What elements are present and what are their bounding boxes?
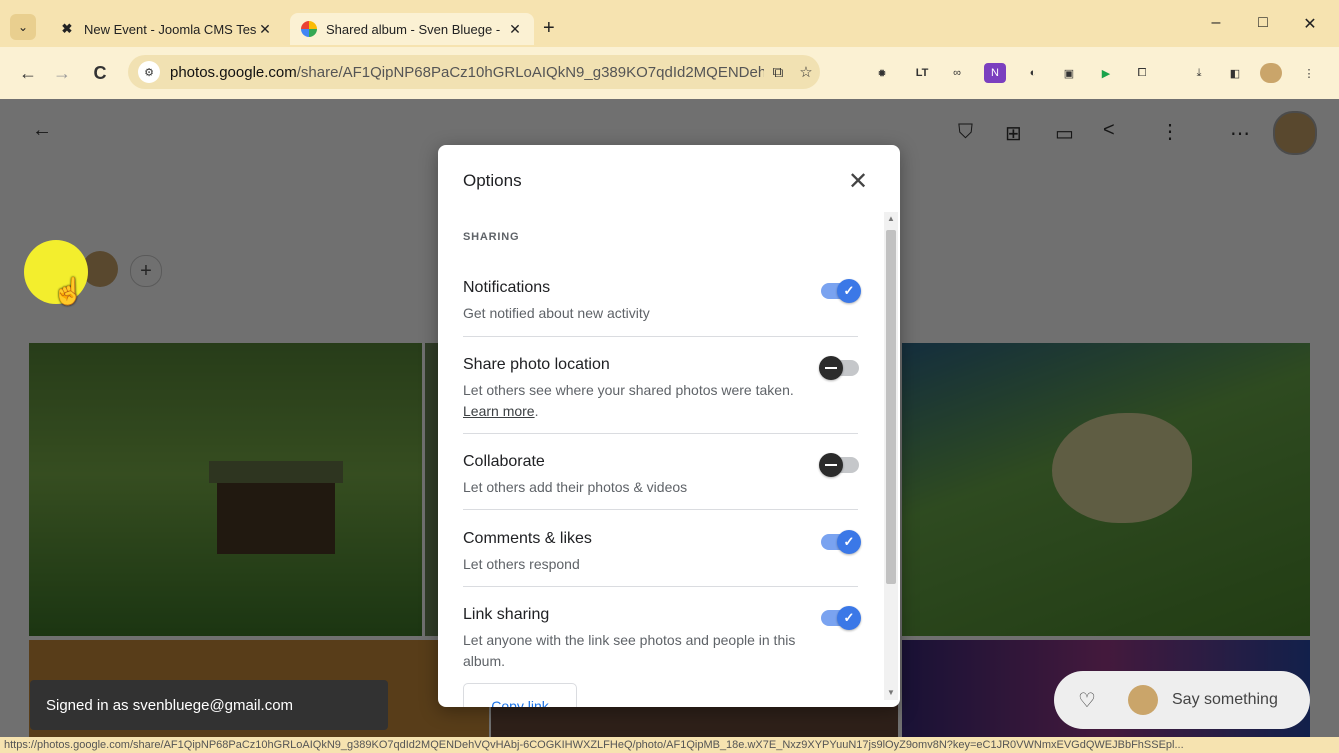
scrollbar-thumb[interactable] bbox=[886, 230, 896, 584]
learn-more-link[interactable]: Learn more bbox=[463, 403, 535, 419]
collaborate-toggle[interactable] bbox=[819, 453, 859, 477]
tab-joomla[interactable]: ✖ New Event - Joomla CMS Test ✕ bbox=[48, 13, 284, 45]
link-sharing-toggle[interactable]: ✓ bbox=[821, 606, 861, 630]
option-notifications: Notifications Get notified about new act… bbox=[463, 279, 858, 324]
site-info-icon[interactable]: ⚙ bbox=[138, 61, 160, 83]
options-scroll-area[interactable]: SHARING Notifications Get notified about… bbox=[438, 209, 900, 707]
tab-search-button[interactable]: ⌄ bbox=[10, 14, 36, 40]
option-share-location: Share photo location Let others see wher… bbox=[463, 356, 858, 422]
new-tab-button[interactable]: + bbox=[543, 17, 555, 40]
option-title: Link sharing bbox=[463, 606, 550, 623]
option-desc: Let others see where your shared photos … bbox=[463, 382, 794, 419]
joomla-icon: ✖ bbox=[61, 21, 73, 36]
options-dialog: Options ✕ SHARING Notifications Get noti… bbox=[438, 145, 900, 707]
dialog-scrollbar[interactable]: ▲ ▼ bbox=[884, 212, 898, 700]
option-title: Notifications bbox=[463, 279, 551, 296]
option-title: Collaborate bbox=[463, 453, 545, 470]
download-icon[interactable]: ⤓ bbox=[1188, 63, 1210, 83]
check-icon: ✓ bbox=[837, 530, 861, 554]
share-location-toggle[interactable] bbox=[819, 356, 859, 380]
bookmark-star-icon[interactable]: ☆ bbox=[792, 63, 820, 81]
option-collaborate: Collaborate Let others add their photos … bbox=[463, 453, 858, 498]
divider bbox=[463, 336, 858, 337]
copy-link-button[interactable]: Copy link bbox=[463, 683, 577, 707]
scroll-up-icon[interactable]: ▲ bbox=[887, 214, 895, 223]
extension-icon-2[interactable]: LT bbox=[911, 63, 933, 83]
signed-in-snackbar: Signed in as svenbluege@gmail.com bbox=[30, 680, 388, 730]
option-comments-likes: Comments & likes Let others respond bbox=[463, 530, 858, 575]
url-text[interactable]: photos.google.com/share/AF1QipNP68PaCz10… bbox=[170, 64, 764, 81]
back-icon[interactable]: ← bbox=[16, 63, 40, 84]
extension-icon-7[interactable]: ▶ bbox=[1095, 63, 1117, 83]
minus-icon bbox=[819, 356, 843, 380]
close-tab-icon[interactable]: ✕ bbox=[506, 21, 524, 38]
divider bbox=[463, 586, 858, 587]
avatar bbox=[1128, 685, 1158, 715]
extensions-puzzle-icon[interactable]: ⧠ bbox=[1131, 63, 1153, 83]
reload-icon[interactable]: C bbox=[88, 63, 112, 84]
close-tab-icon[interactable]: ✕ bbox=[256, 21, 274, 38]
side-panel-icon[interactable]: ◧ bbox=[1224, 63, 1246, 83]
extension-icon-3[interactable]: ∞ bbox=[946, 63, 968, 83]
forward-icon[interactable]: → bbox=[50, 63, 74, 84]
extension-icon-6[interactable]: ▣ bbox=[1058, 63, 1080, 83]
extension-icon-4[interactable]: N bbox=[984, 63, 1006, 83]
option-desc: Get notified about new activity bbox=[463, 305, 650, 321]
tab-shared-album[interactable]: Shared album - Sven Bluege - ✕ bbox=[290, 13, 534, 45]
tab-title: Shared album - Sven Bluege - bbox=[326, 21, 501, 37]
close-window-button[interactable]: ✕ bbox=[1290, 14, 1330, 34]
link-status-bar: https://photos.google.com/share/AF1QipNP… bbox=[0, 737, 1339, 753]
option-desc: Let others respond bbox=[463, 556, 580, 572]
maximize-button[interactable]: □ bbox=[1243, 14, 1283, 32]
say-something-input[interactable]: Say something bbox=[1172, 691, 1278, 709]
tab-title: New Event - Joomla CMS Test bbox=[84, 21, 256, 37]
check-icon: ✓ bbox=[837, 279, 861, 303]
check-icon: ✓ bbox=[837, 606, 861, 630]
divider bbox=[463, 433, 858, 434]
option-link-sharing: Link sharing Let anyone with the link se… bbox=[463, 606, 858, 672]
extension-icon-1[interactable]: ✹ bbox=[871, 63, 893, 83]
option-title: Comments & likes bbox=[463, 530, 592, 547]
google-photos-icon bbox=[300, 20, 318, 38]
minimize-button[interactable]: – bbox=[1196, 14, 1236, 32]
option-title: Share photo location bbox=[463, 356, 610, 373]
notifications-toggle[interactable]: ✓ bbox=[821, 279, 861, 303]
comment-bar[interactable]: ♡ Say something bbox=[1054, 671, 1310, 729]
extension-icon-5[interactable]: ◐ bbox=[1022, 63, 1044, 83]
minus-icon bbox=[819, 453, 843, 477]
address-bar[interactable]: ⚙ photos.google.com/share/AF1QipNP68PaCz… bbox=[128, 55, 820, 89]
scroll-down-icon[interactable]: ▼ bbox=[887, 688, 895, 697]
hand-cursor-icon: ☝ bbox=[52, 276, 85, 306]
heart-icon[interactable]: ♡ bbox=[1078, 688, 1106, 713]
chevron-down-icon: ⌄ bbox=[17, 20, 29, 34]
dialog-title: Options bbox=[463, 171, 522, 190]
browser-menu-icon[interactable]: ⋮ bbox=[1298, 63, 1320, 83]
divider bbox=[463, 509, 858, 510]
comments-likes-toggle[interactable]: ✓ bbox=[821, 530, 861, 554]
section-label: SHARING bbox=[463, 231, 520, 243]
option-desc: Let others add their photos & videos bbox=[463, 479, 688, 495]
profile-avatar[interactable] bbox=[1260, 63, 1282, 83]
install-app-icon[interactable]: ⧉ bbox=[764, 64, 792, 81]
close-icon[interactable]: ✕ bbox=[846, 167, 870, 196]
option-desc: Let anyone with the link see photos and … bbox=[463, 632, 796, 669]
